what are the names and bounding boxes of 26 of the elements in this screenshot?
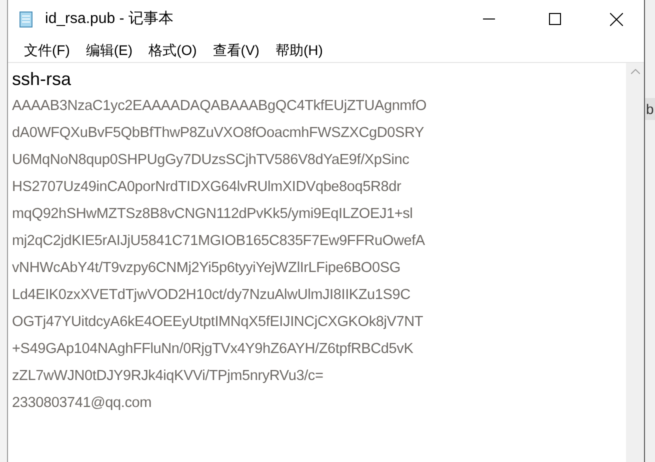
menu-item[interactable]: 格式(O)	[140, 40, 205, 60]
text-line: HS2707Uz49inCA0porNrdTIDXG64lvRUlmXIDVqbe8oq5R8dr	[12, 178, 402, 197]
text-line: +S49GAp104NAghFFluNn/0RjgTVx4Y9hZ6AYH/Z6tpfRBCd5vK	[12, 340, 414, 359]
minimize-icon	[483, 18, 495, 20]
text-line: zZL7wWJN0tDJY9RJk4iqKVVi/TPjm5nryRVu3/c=	[12, 367, 324, 386]
menu-item[interactable]: 编辑(E)	[78, 40, 141, 60]
maximize-icon	[549, 13, 561, 25]
text-line: OGTj47YUitdcyA6kE4OEEyUtptIMNqX5fEIJINCjCXGKOk8jV7NT	[12, 313, 424, 332]
text-line: U6MqNoN8qup0SHPUgGy7DUzsSCjhTV586V8dYaE9f/XpSinc	[12, 151, 410, 170]
menu-item[interactable]: 帮助(H)	[267, 40, 331, 60]
text-line: AAAAB3NzaC1yc2EAAAADAQABAAABgQC4TkfEUjZTUAgnmfO	[12, 97, 426, 116]
text-line: mqQ92hSHwMZTSz8B8vCNGN112dPvKk5/ymi9EqILZOEJ1+sl	[12, 205, 413, 224]
menu-item[interactable]: 查看(V)	[204, 40, 268, 60]
notepad-icon	[19, 10, 33, 28]
text-line: Ld4EIK0zxXVETdTjwVOD2H10ct/dy7NzuAlwUlmJI8IIKZu1S9C	[12, 286, 410, 305]
window-title: id_rsa.pub - 记事本	[45, 8, 174, 29]
text-line: 2330803741@qq.com	[12, 394, 152, 413]
text-line: vNHWcAbY4t/T9vzpy6CNMj2Yi5p6tyyiYejWZlIrLFipe6BO0SG	[12, 259, 400, 278]
text-line: mj2qC2jdKIE5rAIJjU5841C71MGIOB165C835F7Ew9FFRuOwefA	[12, 232, 425, 251]
menu-item[interactable]: 文件(F)	[16, 40, 78, 60]
text-line: ssh-rsa	[12, 68, 72, 91]
scrollbar[interactable]	[626, 63, 644, 462]
background-window-text: b	[645, 98, 655, 120]
text-line: dA0WFQXuBvF5QbBfThwP8ZuVXO8fOoacmhFWSZXCgD0SRY	[12, 124, 424, 143]
scroll-up-icon[interactable]	[630, 69, 640, 74]
close-icon	[610, 12, 622, 26]
